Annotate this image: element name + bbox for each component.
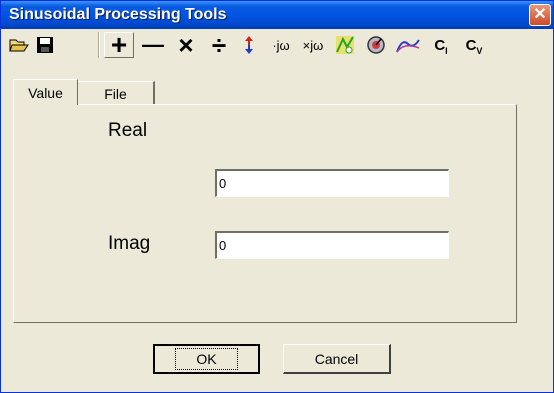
multiply-jw-button[interactable]: ·jω <box>266 32 296 58</box>
open-button[interactable] <box>7 32 31 58</box>
subtract-button[interactable]: — <box>138 32 168 58</box>
cv-button[interactable]: CV <box>460 32 488 58</box>
title-bar[interactable]: Sinusoidal Processing Tools ✕ <box>1 1 553 29</box>
tab-value[interactable]: Value <box>13 79 78 105</box>
dialog-window: Sinusoidal Processing Tools ✕ + — × ÷ ·j… <box>0 0 554 393</box>
wave-curve-icon <box>396 39 420 53</box>
wave-button[interactable] <box>394 32 422 58</box>
imag-label: Imag <box>108 233 151 254</box>
save-button[interactable] <box>33 32 57 58</box>
add-button[interactable]: + <box>104 29 134 60</box>
real-label: Real <box>108 120 148 141</box>
tab-panel-value: Real Imag <box>13 104 517 323</box>
spl-button[interactable] <box>332 32 358 58</box>
swap-button[interactable] <box>237 32 261 58</box>
real-input[interactable] <box>215 169 449 197</box>
window-title: Sinusoidal Processing Tools <box>9 6 227 23</box>
tab-file[interactable]: File <box>78 81 155 105</box>
cv-sub-label: V <box>476 46 483 56</box>
ci-button[interactable]: CI <box>427 32 455 58</box>
dial-button[interactable] <box>363 32 389 58</box>
imag-input[interactable] <box>215 231 449 259</box>
ok-button-label: OK <box>175 348 238 370</box>
toolbar-separator <box>98 32 100 58</box>
save-disk-icon <box>37 37 53 53</box>
swap-vertical-icon <box>245 36 253 54</box>
toolbar: + — × ÷ ·jω ×jω C I C V <box>1 29 553 61</box>
divide-button[interactable]: ÷ <box>204 30 234 60</box>
ok-button[interactable]: OK <box>153 344 260 374</box>
divide-jw-button[interactable]: ×jω <box>298 32 328 58</box>
multiply-button[interactable]: × <box>171 30 201 60</box>
cv-main-label: C <box>465 36 477 54</box>
ci-sub-label: I <box>445 46 448 56</box>
open-folder-icon <box>9 39 29 52</box>
close-button[interactable]: ✕ <box>529 4 551 26</box>
spl-chart-icon <box>336 36 354 54</box>
dial-icon <box>367 36 385 54</box>
cancel-button[interactable]: Cancel <box>283 344 391 374</box>
ci-main-label: C <box>434 36 446 54</box>
